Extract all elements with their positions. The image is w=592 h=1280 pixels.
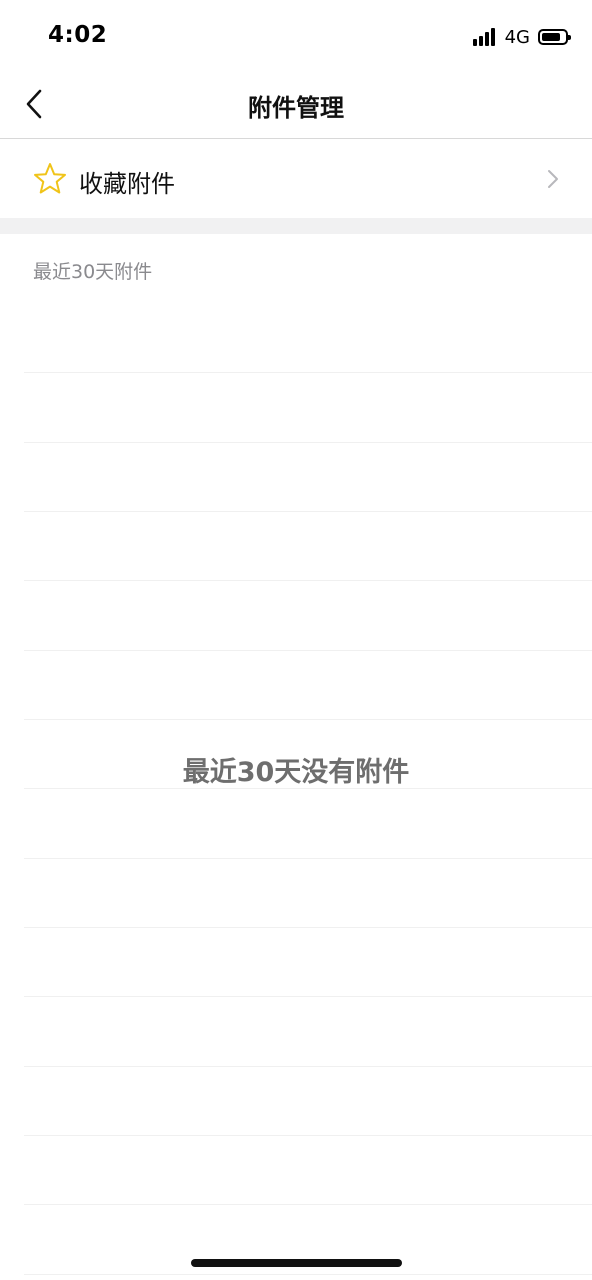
row-divider <box>24 719 592 720</box>
row-divider <box>24 580 592 581</box>
status-bar: 4:02 4G <box>0 0 592 70</box>
battery-icon <box>538 29 571 45</box>
row-divider <box>24 372 592 373</box>
favorites-row[interactable]: 收藏附件 <box>0 140 592 218</box>
row-divider <box>24 511 592 512</box>
status-indicators: 4G <box>472 26 571 48</box>
row-divider <box>24 1204 592 1205</box>
network-label: 4G <box>504 26 530 48</box>
row-divider <box>24 1066 592 1067</box>
star-icon <box>34 163 66 194</box>
signal-icon <box>472 28 497 46</box>
status-time: 4:02 <box>48 22 108 48</box>
favorites-label: 收藏附件 <box>79 170 175 198</box>
row-divider <box>24 1135 592 1136</box>
section-separator <box>0 218 592 234</box>
row-divider <box>24 442 592 443</box>
recent-section-header: 最近30天附件 <box>33 261 153 283</box>
row-divider <box>24 650 592 651</box>
home-indicator <box>191 1259 402 1267</box>
page-title: 附件管理 <box>248 94 344 122</box>
row-divider <box>24 927 592 928</box>
chevron-right-icon <box>548 170 558 188</box>
row-divider <box>24 996 592 997</box>
row-divider <box>24 1274 592 1275</box>
nav-bar: 附件管理 <box>0 70 592 139</box>
empty-state-message: 最近30天没有附件 <box>182 757 410 788</box>
row-divider <box>24 858 592 859</box>
